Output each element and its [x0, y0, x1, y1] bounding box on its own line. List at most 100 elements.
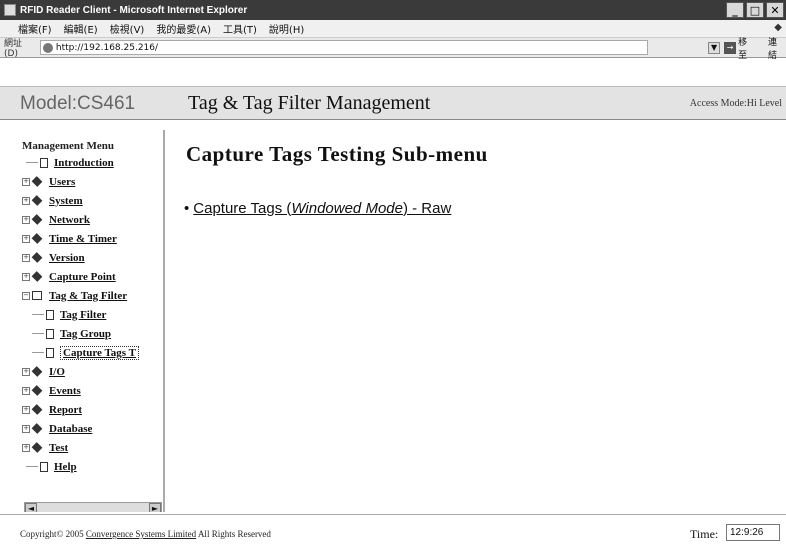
sidebar-item-network[interactable]: + Network: [18, 210, 163, 229]
scroll-right-icon[interactable]: ►: [149, 503, 161, 512]
sidebar-item-version[interactable]: + Version: [18, 248, 163, 267]
copyright-prefix: Copyright© 2005: [20, 529, 84, 539]
tree-line: [32, 314, 44, 315]
access-mode-label: Access Mode:Hi Level: [689, 98, 782, 109]
window-controls: _ □ ✕: [726, 2, 784, 18]
menu-tools[interactable]: 工具(T): [223, 21, 257, 36]
page-icon: [40, 461, 48, 472]
folder-icon: [31, 404, 43, 415]
expand-icon[interactable]: +: [22, 177, 30, 186]
go-arrow-icon: →: [724, 41, 737, 54]
sidebar-item-capture-tags[interactable]: Capture Tags T: [18, 343, 163, 362]
folder-icon: [31, 271, 43, 282]
sidebar-item-introduction[interactable]: Introduction: [18, 153, 163, 172]
ie-app-icon: [4, 4, 16, 16]
expand-icon[interactable]: +: [22, 424, 30, 433]
folder-icon: [31, 195, 43, 206]
sidebar-item-label[interactable]: Tag Filter: [60, 309, 106, 321]
links-button[interactable]: 連結: [768, 35, 786, 61]
scroll-left-icon[interactable]: ◄: [25, 503, 37, 512]
expand-icon[interactable]: +: [22, 405, 30, 414]
link-text-mode[interactable]: Windowed Mode: [291, 200, 403, 217]
sidebar-item-help[interactable]: Help: [18, 457, 163, 476]
sidebar-item-label[interactable]: Network: [49, 214, 90, 226]
sidebar-item-tag-group[interactable]: Tag Group: [18, 324, 163, 343]
main-content: Capture Tags Testing Sub-menu • Capture …: [172, 130, 786, 512]
address-url: http://192.168.25.216/: [55, 42, 159, 53]
minimize-icon[interactable]: _: [726, 2, 744, 18]
sidebar-item-label[interactable]: Tag Group: [60, 328, 111, 340]
folder-icon: [31, 176, 43, 187]
sidebar-item-users[interactable]: + Users: [18, 172, 163, 191]
sidebar-item-io[interactable]: + I/O: [18, 362, 163, 381]
sidebar-item-label[interactable]: System: [49, 195, 83, 207]
expand-icon[interactable]: +: [22, 234, 30, 243]
sidebar-item-database[interactable]: + Database: [18, 419, 163, 438]
folder-icon: [31, 214, 43, 225]
page-header: Model:CS461 Tag & Tag Filter Management …: [0, 86, 786, 120]
ie-page-icon: [42, 42, 53, 53]
company-link[interactable]: Convergence Systems Limited: [86, 529, 196, 539]
collapse-icon[interactable]: −: [22, 291, 30, 300]
link-text-prefix[interactable]: Capture Tags (: [193, 200, 291, 217]
sidebar-item-label[interactable]: Capture Point: [49, 271, 116, 283]
maximize-icon[interactable]: □: [746, 2, 764, 18]
sidebar-item-label-selected[interactable]: Capture Tags T: [60, 345, 139, 360]
capture-tags-link-row: • Capture Tags (Windowed Mode) - Raw: [184, 200, 451, 217]
sidebar-item-label[interactable]: Report: [49, 404, 82, 416]
sidebar-item-label[interactable]: Help: [54, 461, 77, 473]
management-menu-title: Management Menu: [22, 140, 114, 152]
expand-icon[interactable]: +: [22, 272, 30, 281]
copyright-suffix: All Rights Reserved: [197, 529, 271, 539]
capture-tags-raw-link[interactable]: Capture Tags (Windowed Mode) - Raw: [193, 200, 451, 217]
folder-icon: [31, 385, 43, 396]
link-text-suffix[interactable]: ) - Raw: [403, 200, 451, 217]
address-input[interactable]: http://192.168.25.216/: [39, 40, 649, 55]
page-icon: [46, 309, 54, 320]
sidebar-horizontal-scrollbar[interactable]: ◄ ►: [24, 502, 162, 512]
window-title-bar: RFID Reader Client - Microsoft Internet …: [0, 0, 786, 20]
page-icon: [46, 328, 54, 339]
page-icon: [40, 157, 48, 168]
menu-view[interactable]: 檢視(V): [110, 21, 145, 36]
menu-edit[interactable]: 編輯(E): [64, 21, 98, 36]
expand-icon[interactable]: +: [22, 386, 30, 395]
sidebar-item-label[interactable]: Events: [49, 385, 81, 397]
sidebar-item-label[interactable]: Test: [49, 442, 68, 454]
model-label: Model:CS461: [20, 93, 136, 114]
sidebar-item-label[interactable]: Tag & Tag Filter: [49, 290, 127, 302]
sidebar-item-label[interactable]: Time & Timer: [49, 233, 117, 245]
time-field[interactable]: 12:9:26: [726, 524, 780, 541]
sidebar-item-label[interactable]: I/O: [49, 366, 65, 378]
menu-help[interactable]: 說明(H): [269, 21, 304, 36]
sidebar-item-time-timer[interactable]: + Time & Timer: [18, 229, 163, 248]
sidebar-item-label[interactable]: Version: [49, 252, 85, 264]
menu-file[interactable]: 檔案(F): [18, 21, 52, 36]
expand-icon[interactable]: +: [22, 443, 30, 452]
sidebar-item-tag-filter[interactable]: Tag Filter: [18, 305, 163, 324]
go-button[interactable]: → 移至: [724, 35, 756, 61]
folder-icon: [31, 423, 43, 434]
sidebar-item-label[interactable]: Users: [49, 176, 75, 188]
expand-icon[interactable]: +: [22, 215, 30, 224]
address-label: 網址(D): [4, 39, 23, 59]
address-dropdown-icon[interactable]: ▼: [708, 41, 721, 54]
sidebar-item-test[interactable]: + Test: [18, 438, 163, 457]
sidebar-item-events[interactable]: + Events: [18, 381, 163, 400]
sidebar-item-report[interactable]: + Report: [18, 400, 163, 419]
sidebar-item-label[interactable]: Database: [49, 423, 92, 435]
close-icon[interactable]: ✕: [766, 2, 784, 18]
management-menu-tree: Introduction + Users + System + Network …: [18, 153, 163, 476]
open-folder-icon: [32, 291, 42, 300]
expand-icon[interactable]: +: [22, 196, 30, 205]
sidebar-item-capture-point[interactable]: + Capture Point: [18, 267, 163, 286]
sidebar-item-tag-tag-filter[interactable]: − Tag & Tag Filter: [18, 286, 163, 305]
sidebar-item-system[interactable]: + System: [18, 191, 163, 210]
tree-line: [26, 466, 38, 467]
expand-icon[interactable]: +: [22, 253, 30, 262]
copyright-text: Copyright© 2005 Convergence Systems Limi…: [20, 529, 271, 539]
expand-icon[interactable]: +: [22, 367, 30, 376]
menu-favorites[interactable]: 我的最愛(A): [156, 21, 211, 36]
window-title: RFID Reader Client - Microsoft Internet …: [20, 4, 248, 16]
sidebar-item-label[interactable]: Introduction: [54, 157, 114, 169]
